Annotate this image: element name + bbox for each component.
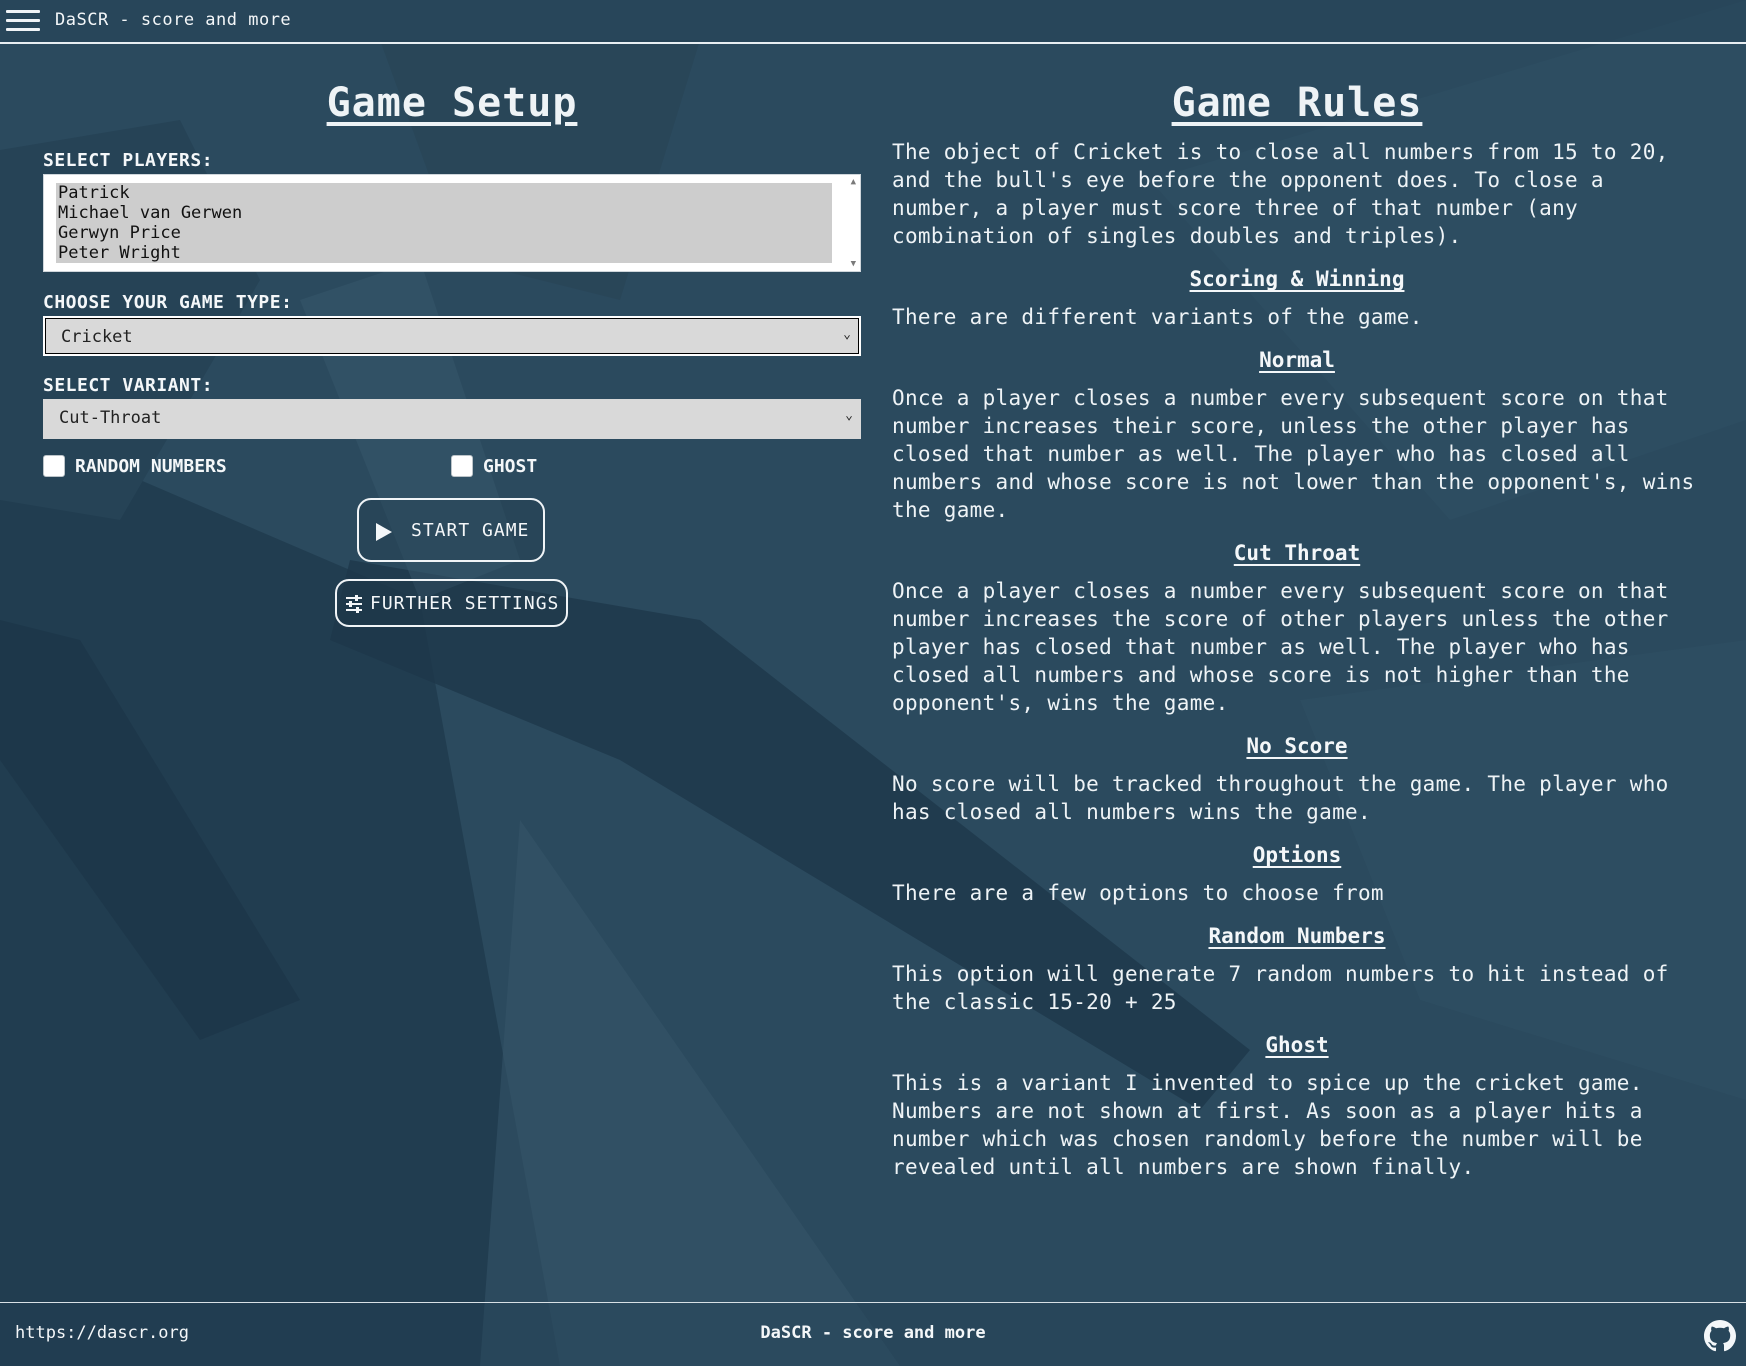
top-app-bar: DaSCR - score and more <box>0 0 1746 44</box>
footer-title: DaSCR - score and more <box>760 1323 986 1343</box>
scoring-winning-text: There are different variants of the game… <box>892 305 1423 329</box>
normal-text: Once a player closes a number every subs… <box>892 386 1695 522</box>
ghost-label: GHOST <box>483 456 538 477</box>
ghost-heading: Ghost <box>1265 1033 1329 1057</box>
player-option[interactable]: Michael van Gerwen <box>58 203 830 223</box>
player-option[interactable]: Peter Wright <box>58 243 830 263</box>
game-type-value: Cricket <box>61 327 133 347</box>
player-option[interactable]: Patrick <box>58 183 830 203</box>
scroll-up-arrow-icon[interactable]: ▲ <box>851 177 856 187</box>
ghost-checkbox[interactable] <box>451 455 473 477</box>
options-heading: Options <box>1252 843 1342 867</box>
rules-intro-text: The object of Cricket is to close all nu… <box>892 140 1669 248</box>
no-score-heading: No Score <box>1246 734 1348 758</box>
game-setup-panel: Game Setup SELECT PLAYERS: Patrick Micha… <box>43 80 861 627</box>
github-icon[interactable] <box>1704 1320 1736 1352</box>
options-text: There are a few options to choose from <box>892 881 1384 905</box>
cut-throat-text: Once a player closes a number every subs… <box>892 579 1669 715</box>
variant-select[interactable]: Cut-Throat ⌄ <box>43 399 861 439</box>
scoring-winning-heading: Scoring & Winning <box>1189 267 1405 291</box>
game-setup-heading: Game Setup <box>326 80 578 126</box>
variant-label: SELECT VARIANT: <box>43 375 214 396</box>
sliders-icon <box>346 595 362 613</box>
cut-throat-heading: Cut Throat <box>1233 541 1361 565</box>
start-game-button[interactable]: START GAME <box>357 498 545 562</box>
normal-heading: Normal <box>1259 348 1335 372</box>
hamburger-menu-icon[interactable] <box>6 8 40 34</box>
scroll-down-arrow-icon[interactable]: ▼ <box>851 259 856 269</box>
player-option[interactable]: Gerwyn Price <box>58 223 830 243</box>
random-numbers-text: This option will generate 7 random numbe… <box>892 962 1669 1014</box>
select-players-label: SELECT PLAYERS: <box>43 150 214 171</box>
random-numbers-heading: Random Numbers <box>1208 924 1386 948</box>
chevron-down-icon: ⌄ <box>845 408 853 423</box>
start-game-label: START GAME <box>411 520 530 541</box>
further-settings-label: FURTHER SETTINGS <box>370 593 560 614</box>
game-rules-panel: Game Rules The object of Cricket is to c… <box>892 80 1702 1181</box>
players-select-list[interactable]: Patrick Michael van Gerwen Gerwyn Price … <box>43 174 861 272</box>
variant-value: Cut-Throat <box>59 408 162 428</box>
ghost-text: This is a variant I invented to spice up… <box>892 1071 1643 1179</box>
chevron-down-icon: ⌄ <box>843 327 851 342</box>
game-type-select[interactable]: Cricket ⌄ <box>43 316 861 356</box>
play-icon <box>376 523 392 541</box>
random-numbers-label: RANDOM NUMBERS <box>75 456 227 477</box>
further-settings-button[interactable]: FURTHER SETTINGS <box>335 579 568 627</box>
random-numbers-option[interactable]: RANDOM NUMBERS <box>43 454 303 480</box>
game-rules-heading: Game Rules <box>1171 80 1423 126</box>
no-score-text: No score will be tracked throughout the … <box>892 772 1669 824</box>
app-title: DaSCR - score and more <box>55 10 292 30</box>
footer: https://dascr.org DaSCR - score and more <box>0 1302 1746 1366</box>
game-type-label: CHOOSE YOUR GAME TYPE: <box>43 292 293 313</box>
random-numbers-checkbox[interactable] <box>43 455 65 477</box>
ghost-option[interactable]: GHOST <box>451 454 581 480</box>
